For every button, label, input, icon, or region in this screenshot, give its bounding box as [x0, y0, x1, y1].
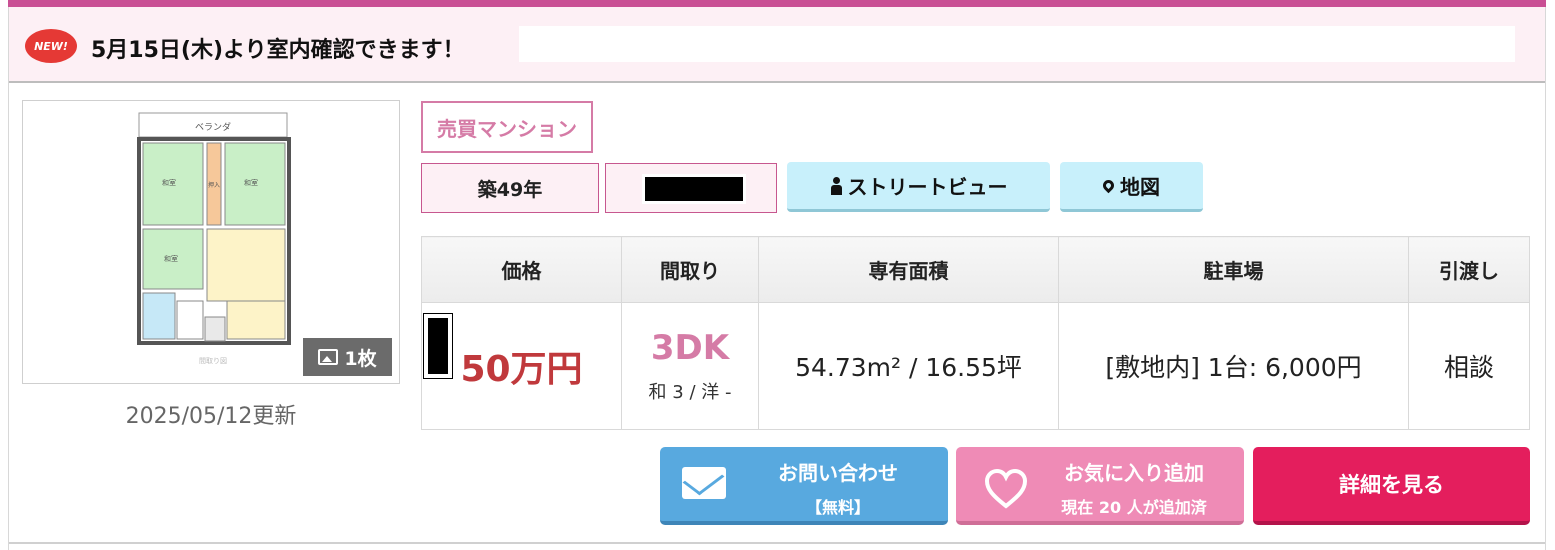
price-value: 50万円 — [460, 349, 583, 390]
photo-count-badge[interactable]: 1枚 — [303, 338, 392, 376]
notice-blank-area — [519, 26, 1515, 62]
header-layout: 間取り — [621, 236, 759, 303]
area-cell: 54.73m² / 16.55坪 — [758, 302, 1059, 430]
street-view-label: ストリートビュー — [847, 175, 1008, 199]
spec-table: 価格 間取り 専有面積 駐車場 引渡し 50万円 3DK 和 3 / 洋 - 5… — [421, 236, 1530, 430]
favorite-sublabel: 現在 20 人が追加済 — [1061, 498, 1207, 517]
price-wrap: 50万円 — [423, 313, 583, 392]
spec-header-row: 価格 間取り 専有面積 駐車場 引渡し — [421, 236, 1530, 303]
layout-detail: 和 3 / 洋 - — [648, 382, 732, 403]
svg-text:和室: 和室 — [162, 178, 176, 187]
favorite-button[interactable]: お気に入り追加 現在 20 人が追加済 — [956, 447, 1244, 525]
heart-icon — [984, 469, 1028, 509]
svg-text:押入: 押入 — [208, 181, 220, 189]
svg-text:ベランダ: ベランダ — [195, 121, 231, 133]
inquiry-sublabel: 【無料】 — [805, 498, 870, 517]
parking-cell: [敷地内] 1台: 6,000円 — [1058, 302, 1409, 430]
header-parking: 駐車場 — [1058, 236, 1409, 303]
notice-bar: NEW! 5月15日(木)より室内確認できます！ — [9, 7, 1545, 83]
photo-count-label: 1枚 — [344, 347, 377, 370]
notice-text: 5月15日(木)より室内確認できます！ — [91, 38, 465, 63]
card-bottom-divider — [9, 542, 1545, 544]
map-pin-icon — [1100, 177, 1117, 194]
street-view-person-icon — [830, 176, 842, 195]
image-icon — [318, 349, 339, 365]
favorite-label: お気に入り追加 — [1064, 461, 1204, 485]
svg-text:和室: 和室 — [164, 254, 178, 263]
svg-text:和室: 和室 — [244, 178, 258, 187]
redacted-tag — [605, 163, 777, 213]
street-view-button[interactable]: ストリートビュー — [787, 162, 1050, 212]
redaction-bar — [642, 174, 746, 204]
favorite-text: お気に入り追加 現在 20 人が追加済 — [1034, 457, 1234, 518]
map-button[interactable]: 地図 — [1060, 162, 1203, 212]
card-top-bar — [8, 0, 1546, 7]
inquiry-label: お問い合わせ — [778, 461, 898, 485]
inquiry-button[interactable]: お問い合わせ 【無料】 — [660, 447, 948, 525]
map-label: 地図 — [1120, 175, 1160, 199]
header-price: 価格 — [421, 236, 622, 303]
svg-text:間取り図: 間取り図 — [199, 357, 227, 365]
property-type-tag: 売買マンション — [421, 101, 593, 153]
header-handover: 引渡し — [1408, 236, 1530, 303]
header-area: 専有面積 — [758, 236, 1059, 303]
spec-value-row: 50万円 3DK 和 3 / 洋 - 54.73m² / 16.55坪 [敷地内… — [421, 302, 1530, 430]
price-redaction-bar — [423, 313, 454, 379]
price-cell: 50万円 — [421, 302, 622, 430]
layout-value: 3DK — [650, 328, 730, 368]
updated-date: 2025/05/12更新 — [125, 404, 297, 429]
view-details-button[interactable]: 詳細を見る — [1253, 447, 1530, 525]
inquiry-text: お問い合わせ 【無料】 — [738, 457, 938, 518]
mail-icon — [682, 467, 726, 499]
layout-cell: 3DK 和 3 / 洋 - — [621, 302, 759, 430]
new-badge: NEW! — [25, 29, 77, 63]
building-age-tag: 築49年 — [421, 163, 599, 213]
handover-cell: 相談 — [1408, 302, 1530, 430]
